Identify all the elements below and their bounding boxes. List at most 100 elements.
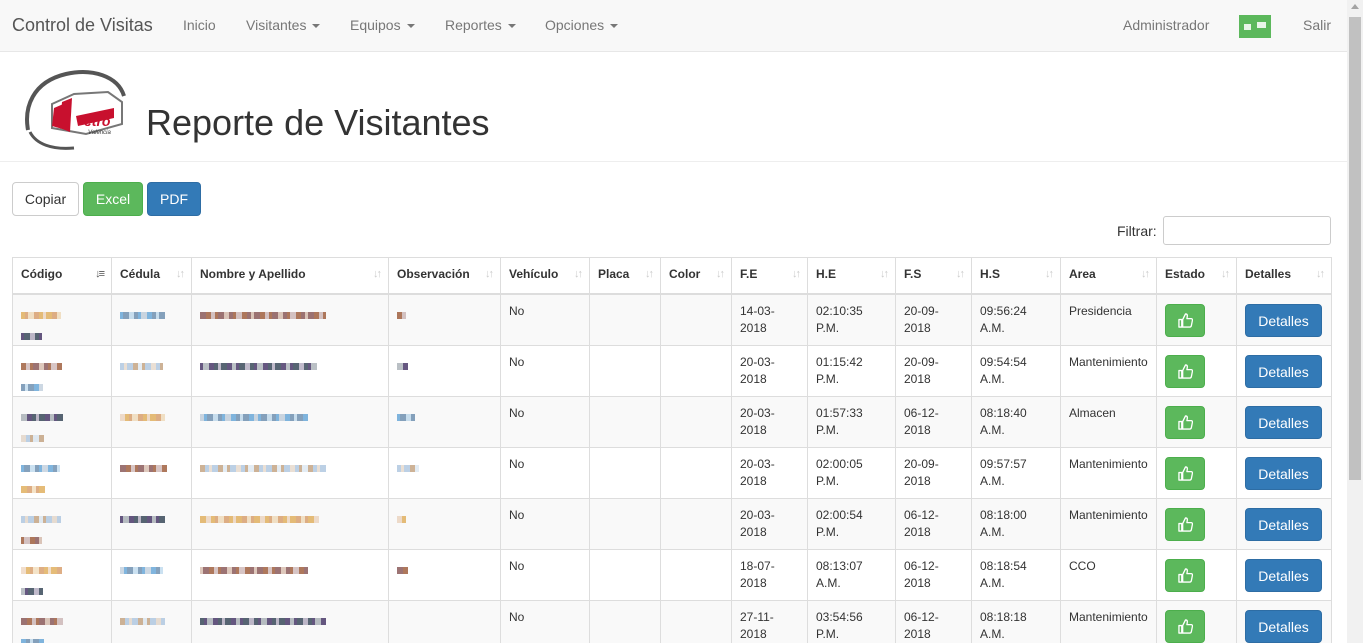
column-header[interactable]: Detalles ↓↑ xyxy=(1236,257,1332,295)
cell-cedula xyxy=(111,497,192,550)
cell-codigo xyxy=(12,395,112,448)
redacted-value xyxy=(21,307,103,345)
redacted-value xyxy=(200,409,380,426)
estado-button[interactable] xyxy=(1165,354,1205,388)
column-header[interactable]: H.S ↓↑ xyxy=(971,257,1061,295)
cell-he-value: 02:00:05 P.M. xyxy=(816,456,863,488)
cell-estado xyxy=(1156,599,1237,643)
cell-area-value: Mantenimiento xyxy=(1069,507,1148,522)
column-header[interactable]: Observación ↓↑ xyxy=(388,257,501,295)
cell-vehiculo-value: No xyxy=(509,507,525,522)
cell-color xyxy=(660,344,732,397)
cell-detalles: Detalles xyxy=(1236,395,1332,448)
cell-detalles: Detalles xyxy=(1236,446,1332,499)
cell-he-value: 08:13:07 A.M. xyxy=(816,558,863,590)
column-header[interactable]: Vehículo ↓↑ xyxy=(500,257,590,295)
cell-vehiculo-value: No xyxy=(509,354,525,369)
column-header[interactable]: F.S ↓↑ xyxy=(895,257,972,295)
cell-cedula xyxy=(111,293,192,346)
cell-area-value: Mantenimiento xyxy=(1069,456,1148,471)
chevron-down-icon xyxy=(507,24,516,29)
details-button[interactable]: Detalles xyxy=(1245,405,1322,439)
estado-button[interactable] xyxy=(1165,405,1205,439)
cell-area: Almacen xyxy=(1060,395,1157,448)
column-header[interactable]: F.E ↓↑ xyxy=(731,257,808,295)
sort-icon: ↓≡ xyxy=(95,268,105,280)
column-header[interactable]: H.E ↓↑ xyxy=(807,257,896,295)
details-button[interactable]: Detalles xyxy=(1245,354,1322,388)
cell-observacion xyxy=(388,344,501,397)
estado-button[interactable] xyxy=(1165,303,1205,337)
nav-user[interactable]: Administrador xyxy=(1123,17,1209,33)
nav-opciones[interactable]: Opciones xyxy=(545,17,619,33)
filter-input[interactable] xyxy=(1163,216,1331,245)
logo-subtext: Valencia xyxy=(88,130,111,136)
details-button[interactable]: Detalles xyxy=(1245,609,1322,643)
cell-fe-value: 20-03-2018 xyxy=(740,354,775,386)
details-button[interactable]: Detalles xyxy=(1245,507,1322,541)
metro-valencia-logo: etro Valencia xyxy=(25,70,126,150)
cell-fs: 20-09-2018 xyxy=(895,446,972,499)
cell-detalles: Detalles xyxy=(1236,599,1332,643)
details-button[interactable]: Detalles xyxy=(1245,303,1322,337)
cell-estado xyxy=(1156,497,1237,550)
user-badge-icon[interactable] xyxy=(1239,15,1271,38)
scroll-up-icon[interactable] xyxy=(1351,4,1359,9)
redacted-value xyxy=(397,460,492,477)
redacted-value xyxy=(200,613,380,630)
sort-icon: ↓↑ xyxy=(1141,268,1150,280)
navbar-brand[interactable]: Control de Visitas xyxy=(12,15,153,36)
cell-fe: 14-03-2018 xyxy=(731,293,808,346)
excel-button[interactable]: Excel xyxy=(83,182,143,216)
chevron-down-icon xyxy=(406,24,415,29)
cell-fe-value: 27-11-2018 xyxy=(740,609,774,641)
details-button[interactable]: Detalles xyxy=(1245,456,1322,490)
cell-estado xyxy=(1156,446,1237,499)
column-header[interactable]: Estado ↓↑ xyxy=(1156,257,1237,295)
cell-nombre xyxy=(191,599,389,643)
column-header[interactable]: Cédula ↓↑ xyxy=(111,257,192,295)
cell-hs-value: 08:18:40 A.M. xyxy=(980,405,1027,437)
cell-hs: 09:57:57 A.M. xyxy=(971,446,1061,499)
cell-fe-value: 18-07-2018 xyxy=(740,558,775,590)
column-header[interactable]: Color ↓↑ xyxy=(660,257,732,295)
cell-observacion xyxy=(388,497,501,550)
page-scrollbar[interactable] xyxy=(1347,0,1363,643)
nav-equipos[interactable]: Equipos xyxy=(350,17,415,33)
cell-vehiculo: No xyxy=(500,395,590,448)
cell-vehiculo: No xyxy=(500,293,590,346)
redacted-value xyxy=(397,562,492,579)
redacted-value xyxy=(120,511,183,528)
column-header-label: Color xyxy=(669,267,701,281)
redacted-value xyxy=(397,409,492,426)
estado-button[interactable] xyxy=(1165,558,1205,592)
details-button[interactable]: Detalles xyxy=(1245,558,1322,592)
nav-logout[interactable]: Salir xyxy=(1303,17,1331,33)
thumbs-up-icon xyxy=(1178,516,1193,532)
cell-he: 01:57:33 P.M. xyxy=(807,395,896,448)
nav-visitantes[interactable]: Visitantes xyxy=(246,17,321,33)
pdf-button[interactable]: PDF xyxy=(147,182,201,216)
column-header[interactable]: Código ↓≡ xyxy=(12,257,112,295)
nav-reportes[interactable]: Reportes xyxy=(445,17,516,33)
cell-detalles: Detalles xyxy=(1236,344,1332,397)
column-header[interactable]: Area ↓↑ xyxy=(1060,257,1157,295)
cell-hs-value: 09:56:24 A.M. xyxy=(980,303,1027,335)
column-header-label: Código xyxy=(21,267,63,281)
cell-nombre xyxy=(191,293,389,346)
column-header[interactable]: Nombre y Apellido ↓↑ xyxy=(191,257,389,295)
nav-inicio[interactable]: Inicio xyxy=(183,17,216,33)
estado-button[interactable] xyxy=(1165,609,1205,643)
cell-area-value: Almacen xyxy=(1069,405,1116,420)
column-header[interactable]: Placa ↓↑ xyxy=(589,257,661,295)
sort-icon: ↓↑ xyxy=(574,268,583,280)
cell-he-value: 01:57:33 P.M. xyxy=(816,405,863,437)
scroll-thumb[interactable] xyxy=(1349,17,1361,480)
cell-he: 02:00:05 P.M. xyxy=(807,446,896,499)
estado-button[interactable] xyxy=(1165,507,1205,541)
copy-button[interactable]: Copiar xyxy=(12,182,79,216)
sort-icon: ↓↑ xyxy=(176,268,185,280)
estado-button[interactable] xyxy=(1165,456,1205,490)
cell-placa xyxy=(589,395,661,448)
cell-fs: 06-12-2018 xyxy=(895,395,972,448)
